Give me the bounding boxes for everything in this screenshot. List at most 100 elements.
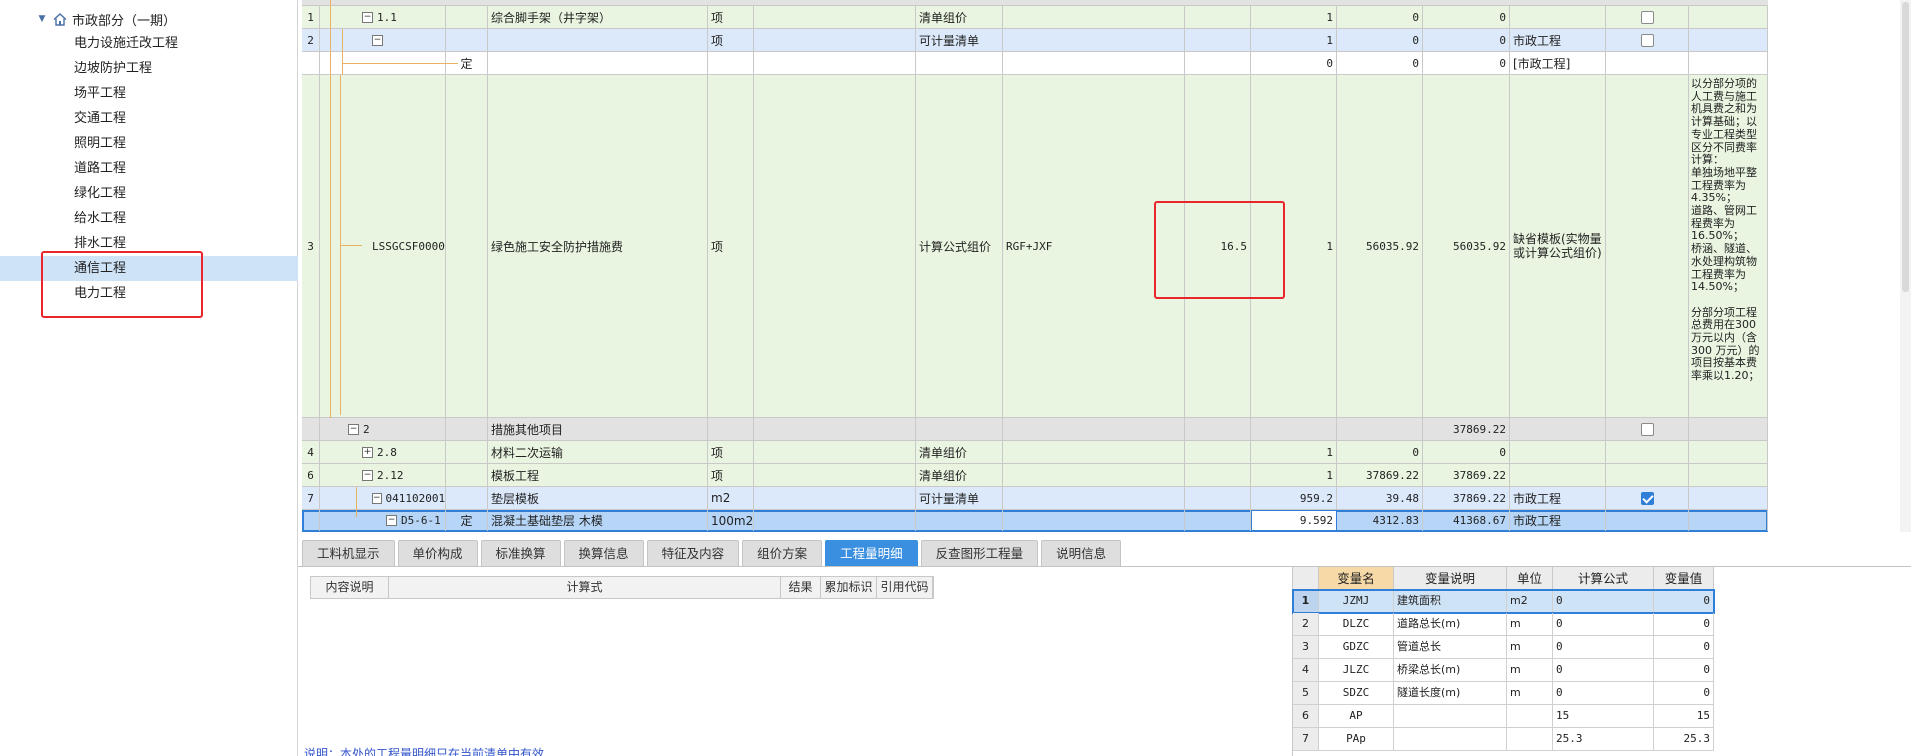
tab[interactable]: 工程量明细 — [825, 540, 918, 566]
tab[interactable]: 单价构成 — [397, 540, 478, 566]
cell-rate[interactable] — [1185, 418, 1251, 440]
cell-price[interactable]: 39.48 — [1337, 487, 1423, 509]
cell-total[interactable]: 37869.22 — [1423, 418, 1510, 440]
variable-cell-formula[interactable]: 0 — [1553, 636, 1654, 658]
cell-qty[interactable]: 1 — [1251, 29, 1337, 51]
cell-total[interactable]: 41368.67 — [1423, 510, 1510, 531]
variable-cell-n[interactable]: 1 — [1293, 590, 1319, 612]
variable-cell-name[interactable]: PAp — [1319, 728, 1394, 750]
cell-formula[interactable] — [1003, 6, 1185, 28]
table-row[interactable]: 1−1.1 综合脚手架（井字架）项清单组价 1 0 0 — [302, 6, 1768, 29]
cell-method[interactable] — [916, 510, 1003, 531]
variable-row[interactable]: 1 JZMJ 建筑面积 m2 0 0 — [1292, 589, 1715, 614]
variable-cell-formula[interactable]: 0 — [1553, 590, 1654, 612]
variable-cell-unit[interactable] — [1507, 705, 1553, 727]
cell-total[interactable]: 0 — [1423, 29, 1510, 51]
cell-tag[interactable] — [446, 464, 488, 486]
tab[interactable]: 特征及内容 — [646, 540, 740, 566]
variable-cell-n[interactable]: 3 — [1293, 636, 1319, 658]
variable-cell-formula[interactable]: 0 — [1553, 659, 1654, 681]
cell-method[interactable]: 计算公式组价 — [916, 75, 1003, 417]
row-checkbox[interactable] — [1640, 491, 1654, 505]
cell-no[interactable]: 6 — [302, 464, 320, 486]
cell-qty[interactable]: 1 — [1251, 75, 1337, 417]
tree-item[interactable]: 绿化工程 — [0, 181, 298, 206]
cell-rate[interactable] — [1185, 441, 1251, 463]
tree-item[interactable]: 给水工程 — [0, 206, 298, 231]
cell-tpl[interactable] — [1510, 464, 1606, 486]
cell-note[interactable] — [1689, 487, 1768, 509]
cell-unit[interactable] — [708, 418, 754, 440]
cell-name[interactable]: 模板工程 — [488, 464, 708, 486]
cell-std[interactable] — [754, 441, 916, 463]
cell-rate[interactable] — [1185, 52, 1251, 74]
cell-qty[interactable]: 1 — [1251, 441, 1337, 463]
cell-name[interactable]: 绿色施工安全防护措施费 — [488, 75, 708, 417]
tab[interactable]: 反查图形工程量 — [920, 540, 1039, 566]
cell-no[interactable] — [302, 510, 320, 531]
cell-total[interactable]: 0 — [1423, 6, 1510, 28]
cell-method[interactable]: 清单组价 — [916, 6, 1003, 28]
variable-cell-value[interactable]: 15 — [1654, 705, 1714, 727]
variable-cell-name[interactable]: AP — [1319, 705, 1394, 727]
cell-rate[interactable] — [1185, 464, 1251, 486]
cell-note[interactable] — [1689, 464, 1768, 486]
cell-rate[interactable] — [1185, 487, 1251, 509]
cell-total[interactable]: 0 — [1423, 441, 1510, 463]
cell-note[interactable] — [1689, 418, 1768, 440]
cell-method[interactable] — [916, 52, 1003, 74]
cell-qty[interactable] — [1251, 418, 1337, 440]
tree-item[interactable]: 电力工程 — [0, 281, 298, 306]
cell-tpl[interactable]: [市政工程] — [1510, 52, 1606, 74]
cell-tpl[interactable]: 缺省模板(实物量 或计算公式组价) — [1510, 75, 1606, 417]
cell-name[interactable] — [488, 52, 708, 74]
cell-note[interactable] — [1689, 510, 1768, 531]
collapse-icon[interactable]: − — [372, 492, 382, 504]
variable-cell-n[interactable]: 2 — [1293, 613, 1319, 635]
tab[interactable]: 组价方案 — [742, 540, 823, 566]
cell-std[interactable] — [754, 418, 916, 440]
cell-std[interactable] — [754, 29, 916, 51]
variable-cell-n[interactable]: 5 — [1293, 682, 1319, 704]
cell-tpl[interactable]: 市政工程 — [1510, 510, 1606, 531]
cell-formula[interactable] — [1003, 510, 1185, 531]
cell-price[interactable]: 0 — [1337, 52, 1423, 74]
cell-tpl[interactable]: 市政工程 — [1510, 487, 1606, 509]
variable-cell-desc[interactable]: 管道总长 — [1394, 636, 1507, 658]
cell-code[interactable]: − D5-6-1 — [320, 510, 446, 531]
cell-no[interactable]: 2 — [302, 29, 320, 51]
cell-code[interactable]: −041102001001 — [320, 487, 446, 509]
row-checkbox[interactable] — [1640, 422, 1654, 436]
cell-method[interactable]: 可计量清单 — [916, 487, 1003, 509]
expand-arrow-icon[interactable]: ▼ — [36, 14, 48, 24]
cell-formula[interactable] — [1003, 441, 1185, 463]
cell-tpl[interactable] — [1510, 418, 1606, 440]
cell-unit[interactable]: 项 — [708, 29, 754, 51]
cell-method[interactable] — [916, 418, 1003, 440]
cell-no[interactable] — [302, 52, 320, 74]
tab[interactable]: 换算信息 — [563, 540, 644, 566]
variable-header-cell[interactable]: 变量值 — [1654, 567, 1714, 590]
cell-unit[interactable]: m2 — [708, 487, 754, 509]
variable-cell-value[interactable]: 0 — [1654, 636, 1714, 658]
variable-cell-value[interactable]: 0 — [1654, 590, 1714, 612]
collapse-icon[interactable]: − — [372, 34, 383, 46]
cell-price[interactable]: 0 — [1337, 6, 1423, 28]
variable-row[interactable]: 5 SDZC 隧道长度(m) m 0 0 — [1293, 682, 1714, 705]
cell-no[interactable] — [302, 418, 320, 440]
variable-row[interactable]: 3 GDZC 管道总长 m 0 0 — [1293, 636, 1714, 659]
cell-rate[interactable]: 16.5 — [1185, 75, 1251, 417]
cell-total[interactable]: 37869.22 — [1423, 464, 1510, 486]
variable-cell-value[interactable]: 0 — [1654, 659, 1714, 681]
variable-row[interactable]: 7 PAp 25.3 25.3 — [1293, 728, 1714, 751]
row-checkbox[interactable] — [1640, 10, 1654, 24]
variable-header-cell[interactable]: 计算公式 — [1553, 567, 1654, 590]
variable-cell-n[interactable]: 6 — [1293, 705, 1319, 727]
variable-cell-formula[interactable]: 0 — [1553, 613, 1654, 635]
cell-name[interactable]: 措施其他项目 — [488, 418, 708, 440]
variable-header-cell[interactable]: 变量名 — [1319, 567, 1394, 590]
cell-no[interactable]: 1 — [302, 6, 320, 28]
variable-cell-n[interactable]: 4 — [1293, 659, 1319, 681]
cell-no[interactable]: 4 — [302, 441, 320, 463]
cell-name[interactable]: 材料二次运输 — [488, 441, 708, 463]
